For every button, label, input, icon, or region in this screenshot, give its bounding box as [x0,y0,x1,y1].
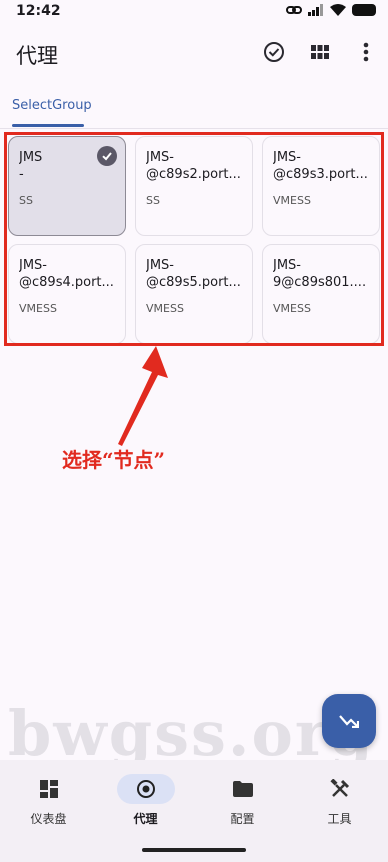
proxy-icon [116,774,175,804]
page-title: 代理 [16,44,58,68]
nav-label: 配置 [230,812,255,826]
grid-view-icon[interactable] [308,40,332,64]
nav-label: 代理 [133,812,158,826]
status-bar: 12:42 [0,0,388,26]
annotation-arrow [118,346,168,446]
more-vert-icon[interactable] [354,40,378,64]
nav-item-dashboard[interactable]: 仪表盘 [0,774,97,827]
bottom-navigation: 仪表盘 代理 配置 工具 [0,760,388,862]
tab-selectgroup[interactable]: SelectGroup [12,98,92,113]
nav-item-tools[interactable]: 工具 [291,774,388,827]
tab-indicator [12,124,84,127]
link-icon [286,6,302,14]
nav-item-config[interactable]: 配置 [194,774,291,827]
tools-icon [311,774,369,804]
annotation-highlight-box [4,132,384,346]
speed-test-fab[interactable] [322,694,376,748]
status-time: 12:42 [16,3,61,19]
tab-bar: SelectGroup [0,90,388,129]
check-circle-icon[interactable] [262,40,286,64]
nav-label: 工具 [327,812,352,826]
top-actions [262,40,378,64]
nav-item-proxy[interactable]: 代理 [97,774,194,827]
home-indicator [142,848,246,852]
speed-test-icon [339,715,359,728]
signal-icon [308,4,323,16]
status-icons [286,4,376,16]
annotation-text: 选择“节点” [62,448,166,472]
battery-icon [352,4,376,16]
dashboard-icon [20,774,78,804]
folder-icon [214,774,272,804]
wifi-icon [330,4,346,16]
nav-label: 仪表盘 [30,812,67,826]
